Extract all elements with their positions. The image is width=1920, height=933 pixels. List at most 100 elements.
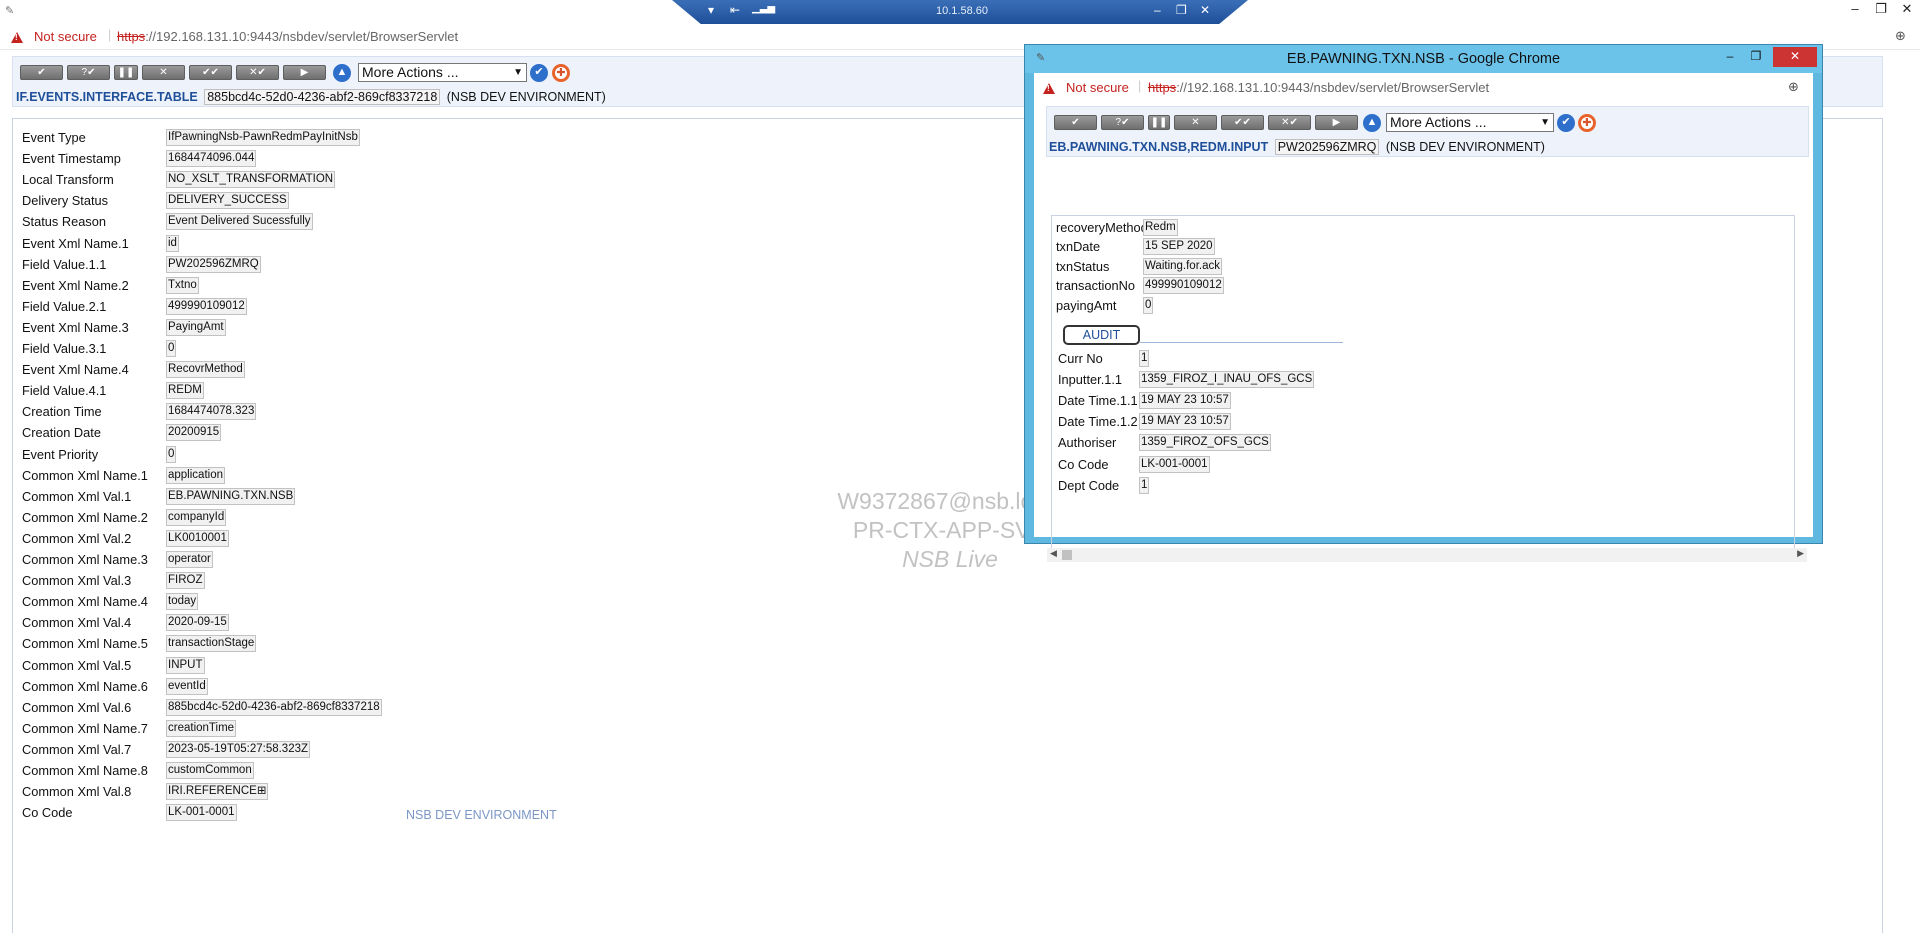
field-value[interactable]: LK0010001 [166, 529, 229, 547]
field-value[interactable]: NO_XSLT_TRANSFORMATION [166, 171, 336, 189]
restore-icon[interactable]: ❐ [1176, 3, 1187, 17]
warning-icon [11, 32, 23, 43]
close-icon[interactable]: ✕ [1200, 3, 1210, 17]
restore-icon[interactable]: ❐ [1743, 47, 1769, 67]
dropdown-icon[interactable]: ▾ [708, 3, 714, 17]
field-value[interactable]: EB.PAWNING.TXN.NSB [166, 487, 296, 505]
field-value[interactable]: operator [166, 551, 213, 568]
field-value[interactable]: Waiting.for.ack [1143, 257, 1222, 275]
validate-button[interactable]: ?✔ [1101, 115, 1144, 130]
scroll-thumb[interactable] [1062, 550, 1072, 560]
field-value[interactable]: application [166, 466, 225, 484]
field-value[interactable]: IfPawningNsb-PawnRedmPayInitNsb [166, 129, 360, 146]
field-value[interactable]: 19 MAY 23 10:57 [1139, 392, 1231, 410]
field-value[interactable]: 2020-09-15 [166, 614, 229, 632]
field-value[interactable]: RecovrMethod [166, 361, 245, 379]
field-value[interactable]: transactionStage [166, 635, 257, 653]
not-secure-label[interactable]: Not secure [1066, 80, 1129, 95]
zoom-icon[interactable]: ⊕ [1895, 28, 1906, 44]
field-value[interactable]: 20200915 [166, 424, 222, 442]
field-label: Common Xml Val.5 [22, 657, 132, 673]
close-icon[interactable]: ✕ [1773, 47, 1817, 67]
field-value[interactable]: today [166, 593, 199, 611]
field-value[interactable]: LK-001-0001 [166, 804, 237, 822]
pin-icon[interactable]: ⇤ [730, 3, 740, 17]
reverse-button[interactable]: ✕✔ [236, 65, 279, 80]
minimize-icon[interactable]: – [1842, 0, 1868, 20]
chevron-down-icon: ▼ [513, 67, 523, 78]
field-value[interactable]: Txtno [166, 276, 199, 294]
field-value[interactable]: 1684474096.044 [166, 150, 257, 168]
field-value[interactable]: LK-001-0001 [1139, 455, 1210, 473]
field-value[interactable]: customCommon [166, 762, 254, 779]
tab-audit[interactable]: AUDIT [1063, 325, 1140, 345]
go-icon[interactable]: ✔ [1557, 114, 1575, 132]
field-value[interactable]: creationTime [166, 719, 237, 737]
field-value[interactable]: INPUT [166, 656, 205, 674]
field-value[interactable]: 1 [1139, 476, 1150, 494]
field-value[interactable]: 1684474078.323 [166, 403, 257, 421]
zoom-icon[interactable]: ⊕ [1788, 79, 1799, 95]
commit-button[interactable]: ✔ [20, 65, 63, 80]
field-value[interactable]: 1359_FIROZ_I_INAU_OFS_GCS [1139, 371, 1315, 389]
separator: | [1138, 79, 1142, 93]
help-icon[interactable]: ✚ [552, 64, 570, 82]
validate-button[interactable]: ?✔ [67, 65, 110, 80]
field-value[interactable]: id [166, 234, 179, 252]
field-value[interactable]: 19 MAY 23 10:57 [1139, 413, 1231, 431]
field-value[interactable]: Event Delivered Sucessfully [166, 213, 313, 231]
field-value[interactable]: 1 [1139, 350, 1150, 367]
scroll-left-icon[interactable]: ◀ [1050, 548, 1057, 559]
not-secure-label[interactable]: Not secure [34, 29, 97, 44]
field-value[interactable]: REDM [166, 382, 204, 400]
delete-button[interactable]: ✕ [1174, 115, 1217, 130]
scroll-right-icon[interactable]: ▶ [1797, 548, 1804, 559]
authorise-button[interactable]: ✔✔ [189, 65, 232, 80]
field-value[interactable]: 499990109012 [1143, 277, 1224, 295]
field-value[interactable]: IRI.REFERENCE⊞ [166, 783, 269, 801]
field-value[interactable]: 0 [166, 445, 177, 463]
more-actions-select[interactable]: More Actions ... ▼ [358, 63, 527, 82]
field-value[interactable]: 0 [166, 340, 177, 357]
hold-button[interactable]: ❚❚ [114, 65, 138, 80]
field-value[interactable]: 0 [1143, 296, 1154, 314]
reverse-button[interactable]: ✕✔ [1268, 115, 1311, 130]
field-value[interactable]: PayingAmt [166, 318, 226, 336]
restore-icon[interactable]: ❐ [1868, 0, 1894, 20]
field-value[interactable]: 2023-05-19T05:27:58.323Z [166, 740, 311, 758]
minimize-icon[interactable]: – [1154, 3, 1161, 17]
field-value[interactable]: 15 SEP 2020 [1143, 238, 1215, 256]
horizontal-scrollbar[interactable]: ◀ ▶ [1047, 548, 1807, 562]
field-value[interactable]: 885bcd4c-52d0-4236-abf2-869cf8337218 [166, 698, 382, 716]
field-value[interactable]: 499990109012 [166, 297, 247, 315]
field-label: Event Type [22, 130, 86, 145]
help-icon[interactable]: ✚ [1578, 114, 1596, 132]
delete-button[interactable]: ✕ [142, 65, 185, 80]
field-label: Authoriser [1058, 435, 1117, 451]
close-icon[interactable]: ✕ [1894, 0, 1920, 20]
url-text[interactable]: https://192.168.131.10:9443/nsbdev/servl… [1148, 80, 1489, 95]
record-id[interactable]: 885bcd4c-52d0-4236-abf2-869cf8337218 [204, 89, 441, 105]
more-actions-select[interactable]: More Actions ... ▼ [1386, 113, 1554, 132]
field-value[interactable]: companyId [166, 508, 227, 526]
field-value[interactable]: Redm [1143, 219, 1178, 236]
field-value[interactable]: DELIVERY_SUCCESS [166, 192, 289, 210]
go-icon[interactable]: ✔ [530, 64, 548, 82]
field-value[interactable]: PW202596ZMRQ [166, 255, 261, 273]
copy-button[interactable]: ▶ [283, 65, 326, 80]
minimize-icon[interactable]: – [1717, 47, 1743, 67]
back-icon[interactable]: ▲ [1363, 114, 1381, 132]
url-scheme: https [1148, 80, 1177, 95]
field-label: Common Xml Name.2 [22, 509, 148, 525]
field-value[interactable]: FIROZ [166, 572, 205, 590]
url-text[interactable]: https://192.168.131.10:9443/nsbdev/servl… [117, 29, 458, 44]
authorise-button[interactable]: ✔✔ [1221, 115, 1264, 130]
back-icon[interactable]: ▲ [333, 64, 351, 82]
commit-button[interactable]: ✔ [1054, 115, 1097, 130]
hold-button[interactable]: ❚❚ [1148, 115, 1170, 130]
url-rest: ://192.168.131.10:9443/nsbdev/servlet/Br… [145, 29, 459, 44]
copy-button[interactable]: ▶ [1315, 115, 1358, 130]
field-value[interactable]: eventId [166, 677, 208, 695]
record-id[interactable]: PW202596ZMRQ [1274, 139, 1380, 155]
field-value[interactable]: 1359_FIROZ_OFS_GCS [1139, 434, 1271, 452]
